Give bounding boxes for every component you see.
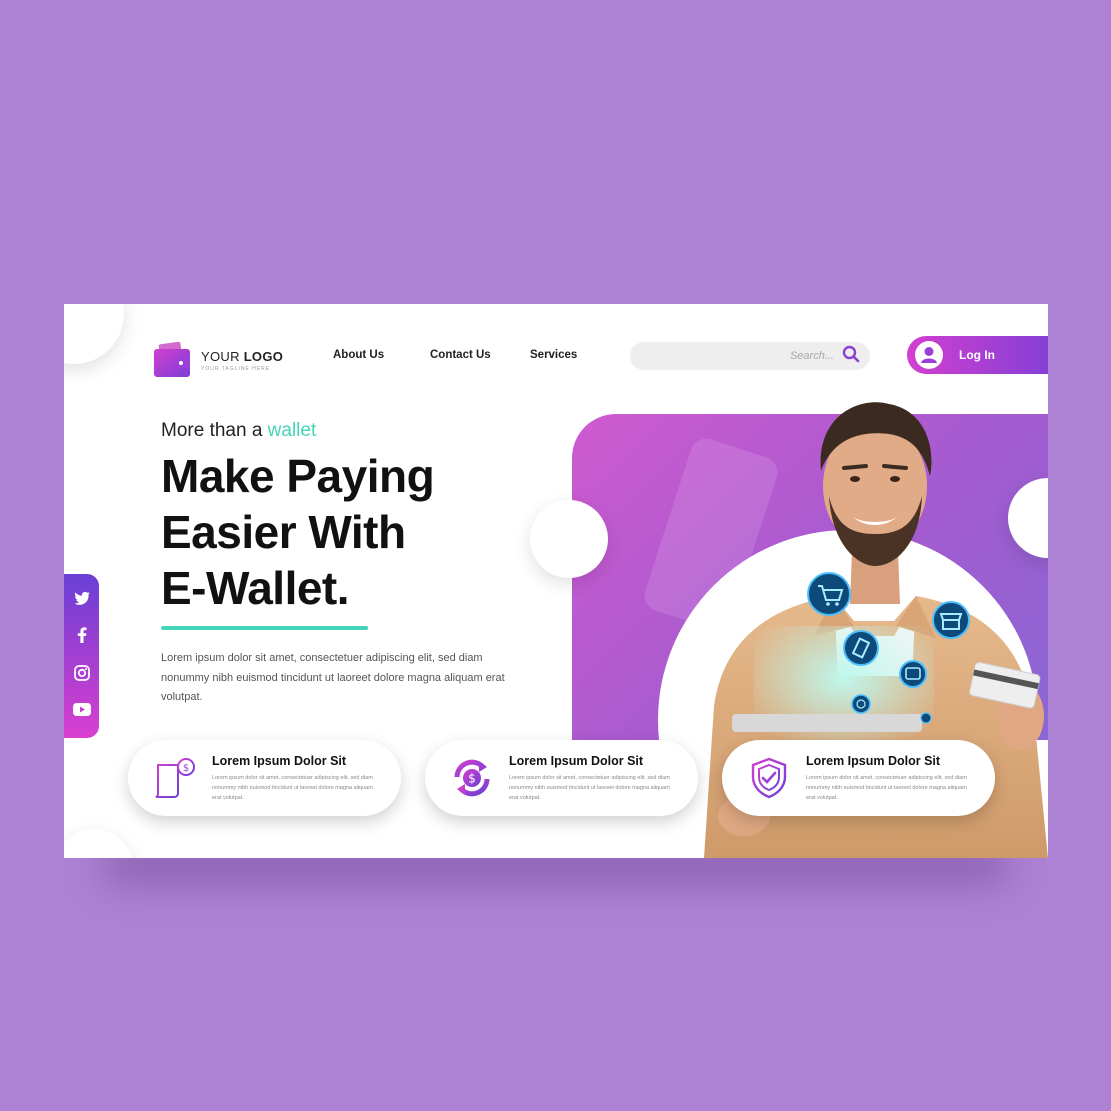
svg-text:$: $ — [468, 772, 476, 786]
invoice-icon: $ — [152, 755, 198, 801]
landing-page: YOUR LOGO YOUR TAGLINE HERE About Us Con… — [64, 304, 1048, 858]
user-icon — [915, 341, 943, 369]
feature-card[interactable]: $ Lorem Ipsum Dolor Sit Lorem ipsum dolo… — [128, 740, 401, 816]
decorative-circle — [530, 500, 608, 578]
svg-text:$: $ — [183, 763, 189, 774]
money-exchange-icon: $ — [449, 755, 495, 801]
hero-headline: Make Paying Easier With E-Wallet. — [161, 448, 435, 616]
cart-icon — [807, 572, 851, 616]
tag-icon — [843, 630, 879, 666]
feature-title: Lorem Ipsum Dolor Sit — [509, 753, 644, 768]
feature-body: Lorem ipsum dolor sit amet, consectetuer… — [509, 774, 670, 801]
instagram-icon[interactable] — [73, 665, 90, 686]
nav-services[interactable]: Services — [530, 349, 577, 361]
wallet-icon — [899, 660, 927, 688]
headline-line: Make Paying — [161, 450, 435, 502]
login-button[interactable]: Log In — [907, 336, 1048, 374]
twitter-icon[interactable] — [73, 591, 90, 610]
facebook-icon[interactable] — [77, 627, 87, 648]
social-bar — [64, 574, 99, 738]
nav-contact-us[interactable]: Contact Us — [430, 349, 491, 361]
logo[interactable]: YOUR LOGO YOUR TAGLINE HERE — [153, 341, 284, 378]
feature-card[interactable]: $ Lorem Ipsum Dolor Sit Lorem ipsum dolo… — [425, 740, 698, 816]
logo-tagline: YOUR TAGLINE HERE — [201, 365, 271, 372]
login-label: Log In — [959, 348, 995, 362]
search-placeholder: Search... — [789, 350, 834, 362]
decorative-circle — [64, 304, 124, 364]
headline-line: E-Wallet. — [161, 562, 350, 614]
logo-text: YOUR LOGO — [201, 348, 284, 364]
wallet-logo-icon — [153, 341, 191, 378]
nav-about-us[interactable]: About Us — [333, 349, 384, 361]
decorative-circle — [64, 829, 134, 858]
feature-body: Lorem ipsum dolor sit amet, consectetuer… — [212, 774, 373, 801]
hero-tagline: More than a wallet — [161, 420, 317, 441]
feature-body: Lorem ipsum dolor sit amet, consectetuer… — [806, 774, 967, 801]
search-icon[interactable] — [842, 345, 860, 368]
shield-check-icon — [746, 755, 792, 801]
feature-title: Lorem Ipsum Dolor Sit — [212, 753, 347, 768]
search-input[interactable]: Search... — [630, 342, 870, 370]
youtube-icon[interactable] — [72, 703, 91, 721]
headline-line: Easier With — [161, 506, 406, 558]
store-icon — [932, 601, 970, 639]
hero-body: Lorem ipsum dolor sit amet, consectetuer… — [161, 652, 505, 703]
headline-underline — [161, 626, 368, 630]
globe-icon — [851, 694, 871, 714]
feature-card[interactable]: Lorem Ipsum Dolor Sit Lorem ipsum dolor … — [722, 740, 995, 816]
feature-title: Lorem Ipsum Dolor Sit — [806, 753, 941, 768]
